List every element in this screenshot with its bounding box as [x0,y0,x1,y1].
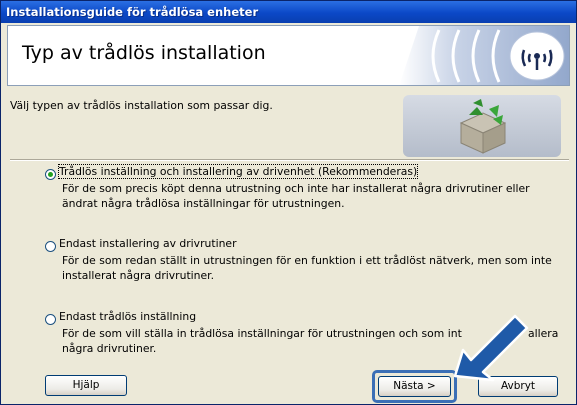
wireless-signal-icon [399,26,569,85]
next-button[interactable]: Nästa > [378,376,451,397]
window-titlebar: Installationsguide för trådlösa enheter [1,1,576,23]
option-3-radio[interactable] [45,314,56,325]
option-2-radio[interactable] [45,241,56,252]
option-2-description: För de som redan ställt in utrustningen … [62,254,552,282]
option-2-label[interactable]: Endast installering av drivrutiner [59,237,237,250]
option-1-radio[interactable] [45,169,56,180]
option-3-description-tail: allera [528,327,559,340]
page-title: Typ av trådlös installation [22,42,266,64]
option-3-description-line1: För de som vill ställa in trådlösa instä… [62,327,462,340]
separator [10,159,569,161]
help-button[interactable]: Hjälp [45,375,127,396]
option-1-description: För de som precis köpt denna utrustning … [62,182,530,210]
option-3-label[interactable]: Endast trådlös inställning [59,310,196,323]
radio-selected-dot [48,172,53,177]
package-box-icon [459,99,507,154]
instruction-text: Välj typen av trådlös installation som p… [10,99,273,112]
pointer-arrow-icon [453,314,529,382]
page-header: Typ av trådlös installation [7,25,570,86]
package-graphic [403,95,561,157]
option-3-description-line2: några drivrutiner. [62,342,157,355]
option-1-label[interactable]: Trådlös inställning och installering av … [57,164,419,179]
installer-window: Installationsguide för trådlösa enheter … [0,0,577,405]
